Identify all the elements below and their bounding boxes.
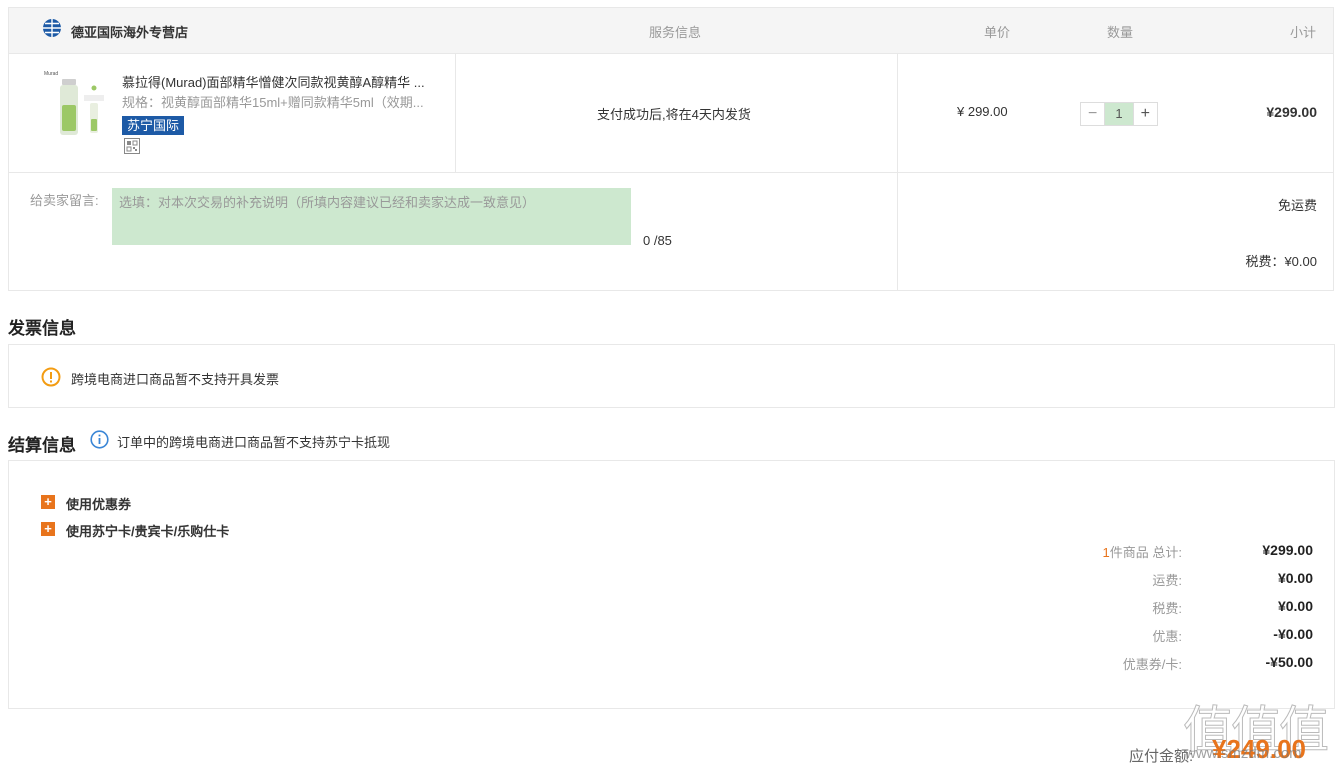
expand-plus-icon[interactable]: + — [41, 495, 55, 509]
settlement-note: 订单中的跨境电商进口商品暂不支持苏宁卡抵现 — [117, 435, 391, 450]
info-icon — [90, 430, 109, 449]
watermark-url: www.smzdm.com — [1185, 745, 1302, 762]
settlement-section-title: 结算信息 — [8, 436, 76, 455]
discount-label: 优惠: — [1152, 629, 1182, 644]
product-spec: 规格：视黄醇面部精华15ml+赠同款精华5ml（效期... — [122, 95, 424, 110]
tax-fee: 税费：¥0.00 — [1245, 254, 1317, 269]
suning-international-badge: 苏宁国际 — [122, 116, 185, 135]
items-total-label: 1件商品 总计: — [982, 542, 1182, 561]
payable-label: 应付金额: — [1129, 748, 1194, 765]
invoice-section-title: 发票信息 — [8, 319, 76, 338]
seller-message-placeholder: 选填：对本次交易的补充说明（所填内容建议已经和卖家达成一致意见） — [119, 195, 536, 210]
column-header-service: 服务信息 — [649, 25, 702, 40]
item-count: 1 — [1102, 545, 1110, 560]
column-divider — [455, 53, 456, 172]
row-divider — [9, 172, 1333, 173]
tax-label: 税费: — [1152, 601, 1182, 616]
store-name[interactable]: 德亚国际海外专营店 — [71, 22, 188, 41]
store-globe-icon — [43, 19, 61, 37]
service-info: 支付成功后,将在4天内发货 — [597, 107, 751, 122]
seller-message-label: 给卖家留言: — [30, 193, 99, 208]
items-count-label: 件商品 总计: — [1109, 545, 1182, 560]
qr-code-icon[interactable] — [124, 138, 140, 154]
coupon-value: -¥50.00 — [1265, 654, 1313, 670]
expand-plus-icon[interactable]: + — [41, 522, 55, 536]
unit-price: ¥ 299.00 — [957, 104, 1008, 119]
discount-value: -¥0.00 — [1273, 626, 1313, 642]
column-header-subtotal: 小计 — [1290, 25, 1317, 40]
invoice-notice: 跨境电商进口商品暂不支持开具发票 — [71, 372, 280, 387]
quantity-input[interactable]: 1 — [1104, 103, 1134, 125]
quantity-stepper: − 1 + — [1080, 102, 1158, 126]
svg-text:Murad: Murad — [44, 71, 58, 77]
warning-icon — [41, 367, 61, 387]
coupon-label: 优惠券/卡: — [1122, 657, 1182, 672]
product-title[interactable]: 慕拉得(Murad)面部精华憎健次同款视黄醇A醇精华 ... — [122, 72, 442, 91]
quantity-decrease-button[interactable]: − — [1081, 103, 1105, 125]
use-card-option[interactable]: 使用苏宁卡/贵宾卡/乐购仕卡 — [66, 521, 229, 540]
tax-value: ¥0.00 — [1277, 598, 1313, 614]
line-subtotal: ¥299.00 — [1266, 104, 1317, 120]
column-header-unit-price: 单价 — [984, 25, 1011, 40]
shipping-label: 运费: — [1152, 573, 1182, 588]
use-coupon-option[interactable]: 使用优惠券 — [66, 494, 131, 513]
shipping-status: 免运费 — [1277, 198, 1317, 213]
message-char-count: 0 /85 — [643, 233, 672, 248]
column-header-quantity: 数量 — [1107, 25, 1134, 40]
shipping-value: ¥0.00 — [1277, 570, 1313, 586]
product-thumbnail[interactable]: Murad — [40, 67, 112, 139]
quantity-increase-button[interactable]: + — [1133, 103, 1158, 125]
items-total-value: ¥299.00 — [1262, 542, 1313, 558]
